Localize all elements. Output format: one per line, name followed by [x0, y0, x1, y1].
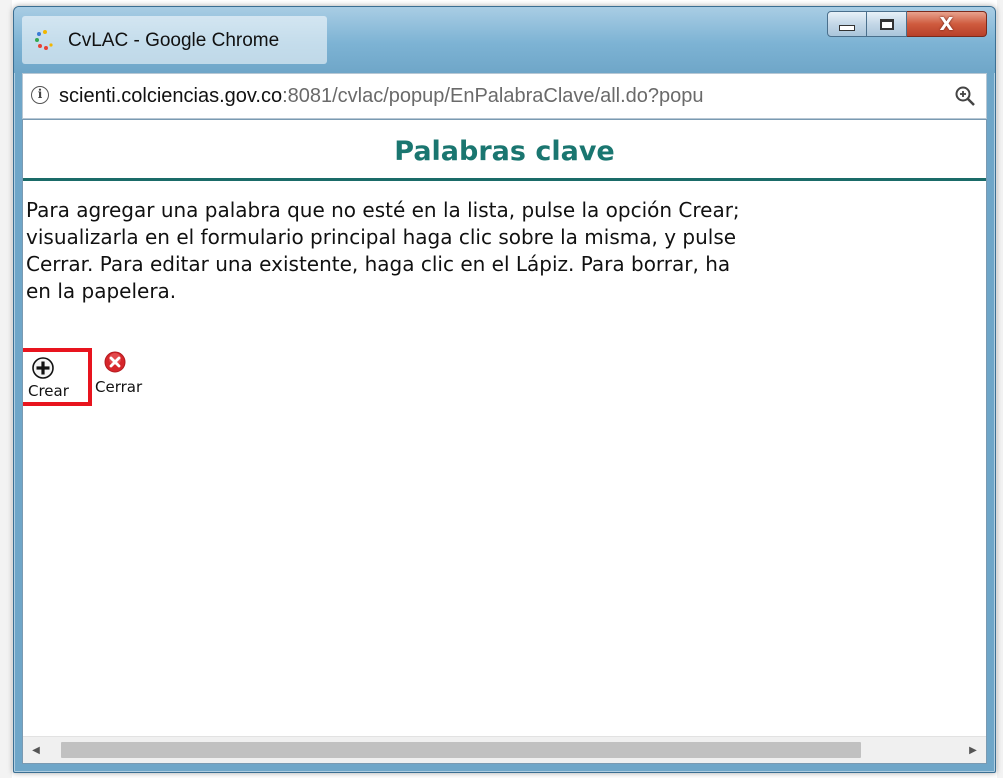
crear-button[interactable]: Crear: [23, 348, 92, 406]
close-button[interactable]: X: [907, 11, 987, 37]
url-path: :8081/cvlac/popup/EnPalabraClave/all.do?…: [282, 85, 704, 107]
background-strip-left: [0, 0, 12, 778]
heading-bar: Palabras clave: [23, 120, 986, 181]
scroll-right-arrow-icon[interactable]: ▶: [960, 737, 986, 763]
plus-circle-icon: [32, 357, 54, 379]
title-bar[interactable]: CvLAC - Google Chrome X: [14, 7, 995, 73]
instructions-line: en la papelera.: [26, 279, 177, 303]
scroll-left-arrow-icon[interactable]: ◀: [23, 737, 49, 763]
scrollbar-thumb[interactable]: [61, 742, 861, 758]
page-viewport: Palabras clave Para agregar una palabra …: [22, 119, 987, 764]
instructions-line: Para agregar una palabra que no esté en …: [26, 198, 740, 222]
close-icon: X: [939, 13, 954, 35]
horizontal-scrollbar[interactable]: ◀ ▶: [23, 736, 986, 763]
instructions-line: visualizarla en el formulario principal …: [26, 225, 737, 249]
minimize-button[interactable]: [827, 11, 867, 37]
browser-popup-window: CvLAC - Google Chrome X i scienti.colcie…: [13, 6, 996, 773]
red-x-circle-icon: [104, 351, 126, 373]
crear-label: Crear: [28, 382, 69, 400]
instructions-text: Para agregar una palabra que no esté en …: [26, 197, 986, 305]
page-heading: Palabras clave: [394, 136, 615, 167]
minimize-icon: [839, 25, 855, 31]
maximize-button[interactable]: [867, 11, 907, 37]
window-title: CvLAC - Google Chrome: [68, 30, 280, 51]
address-bar[interactable]: i scienti.colciencias.gov.co:8081/cvlac/…: [22, 73, 987, 119]
window-controls: X: [827, 11, 987, 39]
info-icon[interactable]: i: [31, 86, 49, 104]
cerrar-label: Cerrar: [95, 378, 143, 396]
maximize-icon: [879, 18, 894, 30]
instructions-line: Cerrar. Para editar una existente, haga …: [26, 252, 731, 276]
chrome-loading-icon: [35, 30, 53, 50]
url-text[interactable]: scienti.colciencias.gov.co:8081/cvlac/po…: [59, 85, 704, 108]
url-host: scienti.colciencias.gov.co: [59, 85, 283, 107]
zoom-icon[interactable]: [954, 85, 976, 107]
background-strip-right: [997, 0, 1003, 778]
cerrar-button[interactable]: Cerrar: [95, 348, 165, 406]
